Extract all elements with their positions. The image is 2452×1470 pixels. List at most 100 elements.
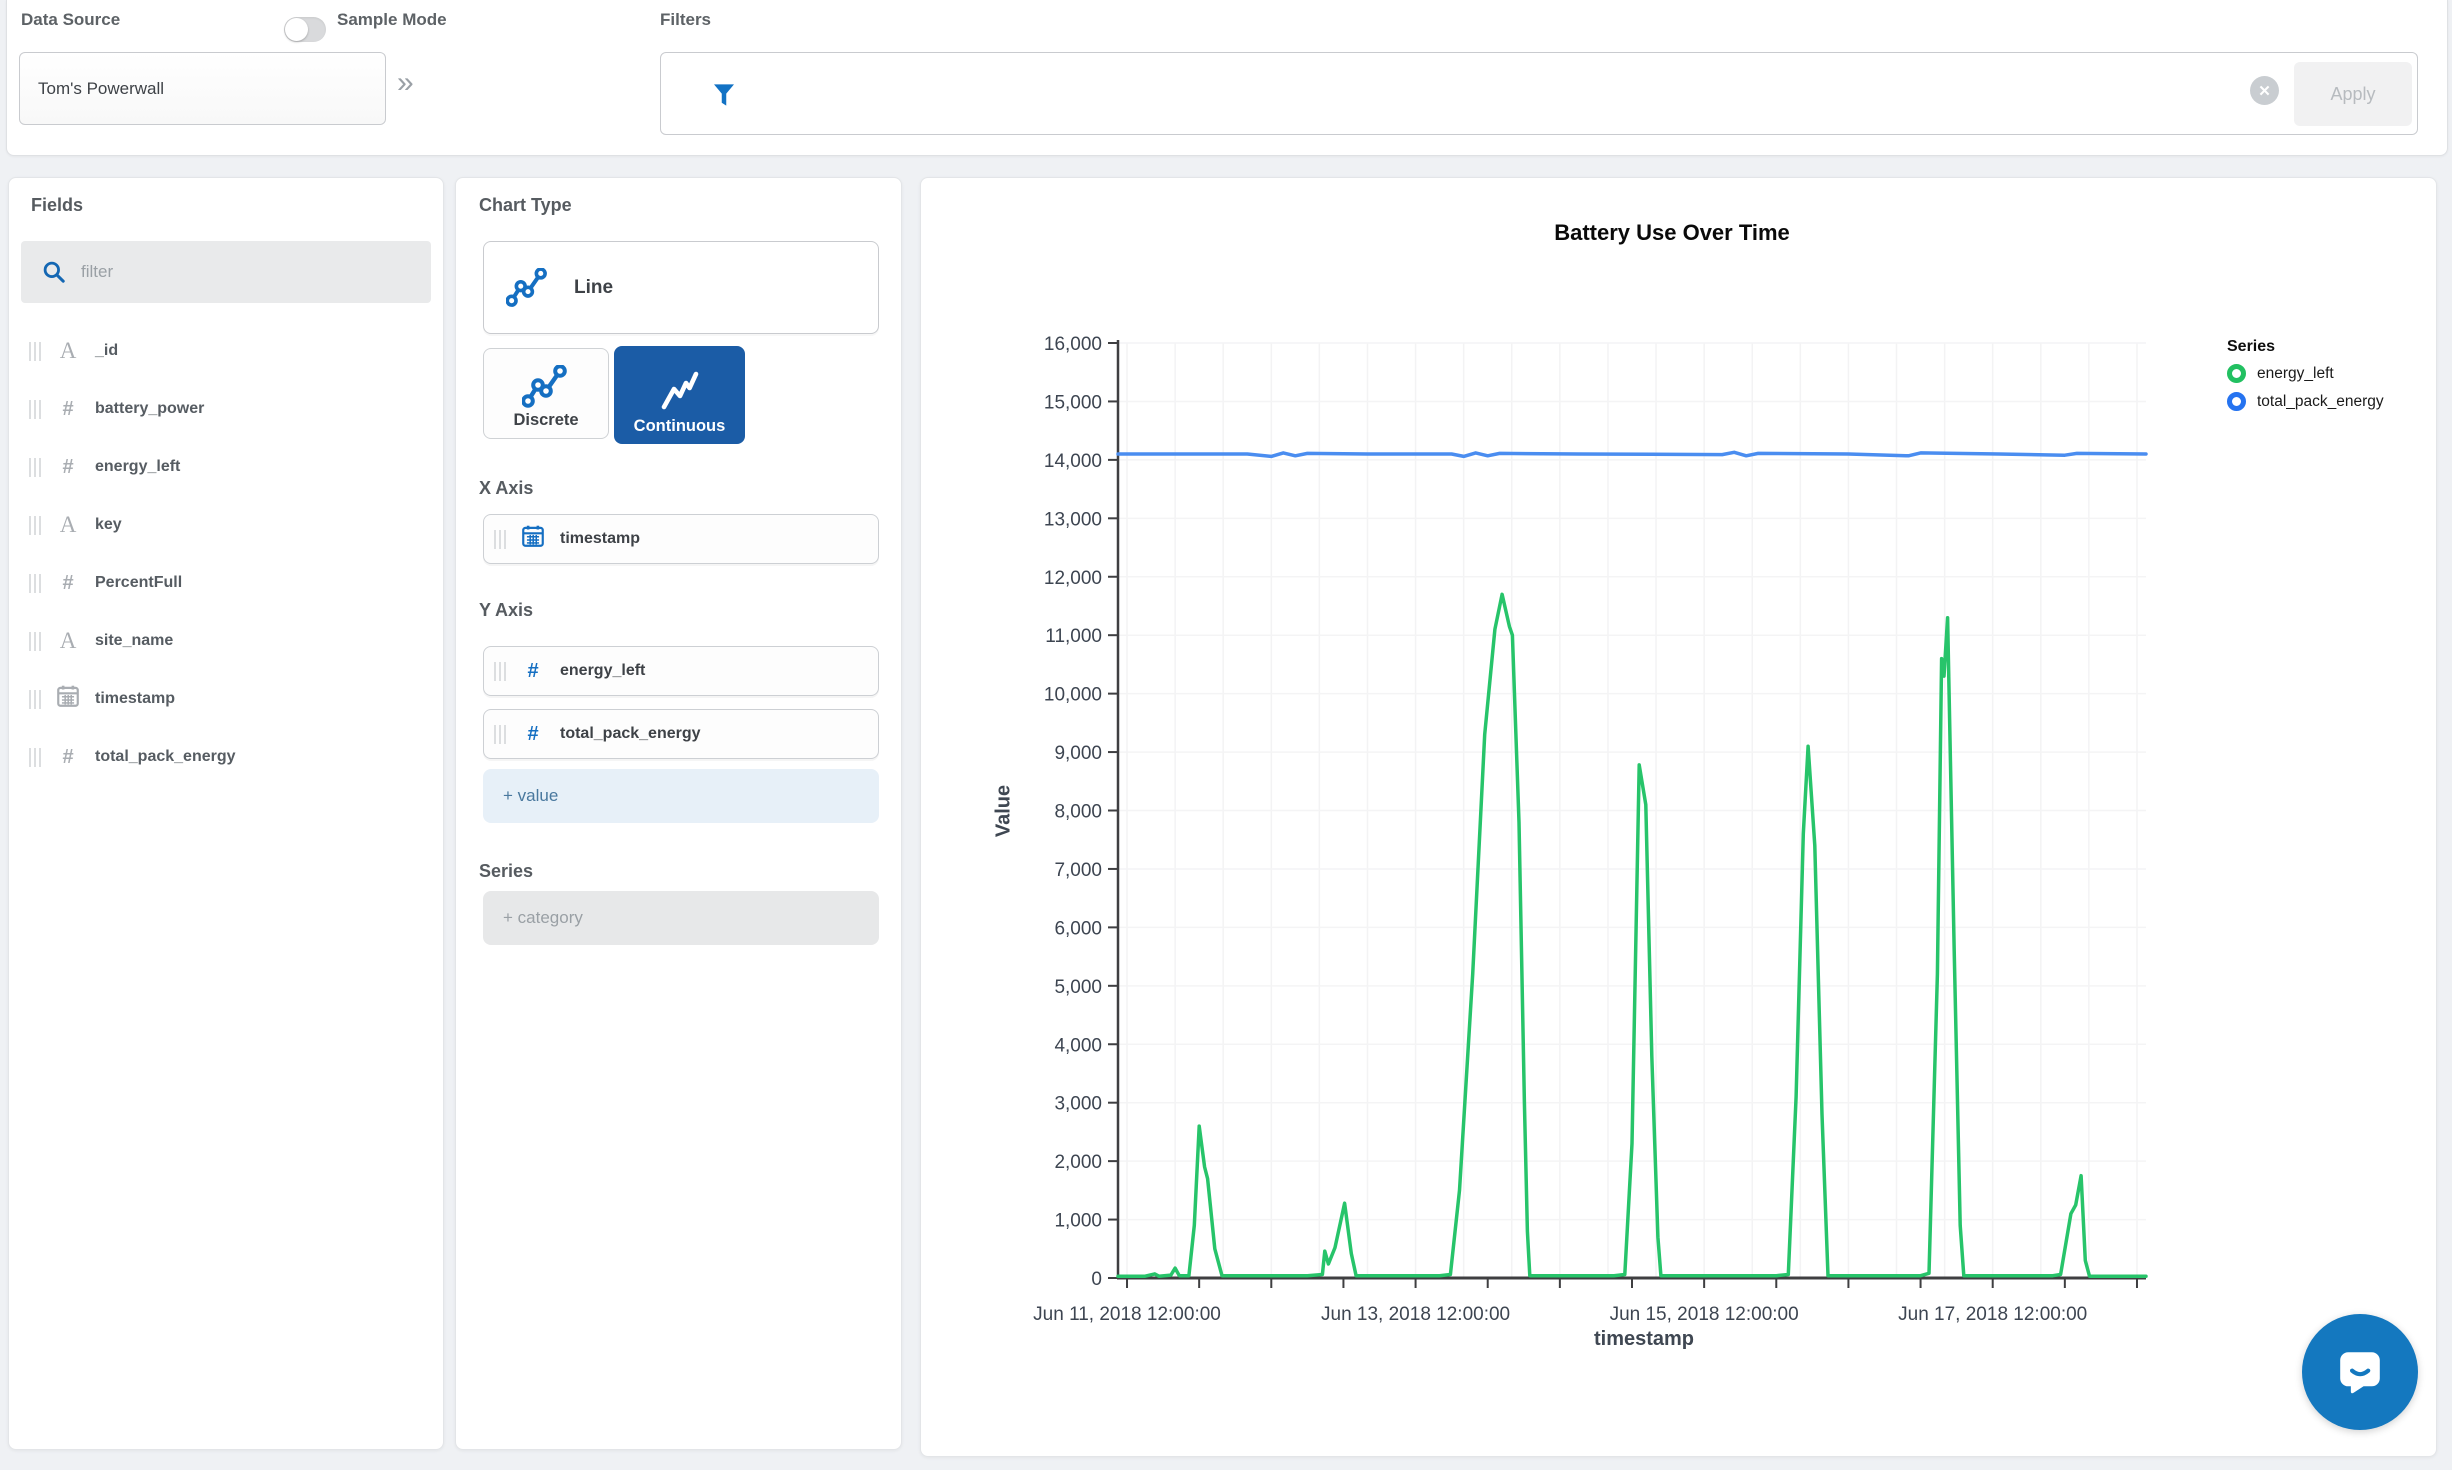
- number-type-icon: #: [62, 455, 74, 478]
- y-tick-label: 8,000: [1054, 802, 1102, 823]
- field-item-label: battery_power: [95, 400, 205, 417]
- chart-title: Battery Use Over Time: [1554, 220, 1790, 245]
- y-axis-label: Y Axis: [479, 600, 534, 620]
- legend-label: total_pack_energy: [2257, 392, 2384, 410]
- search-icon: [43, 261, 65, 283]
- add-value-dropzone[interactable]: + value: [483, 769, 879, 823]
- encoding-pill-label: energy_left: [560, 662, 646, 679]
- toggle-knob: [285, 18, 308, 41]
- chart-panel: 0 1,000 2,000 3,000 4,000 5,000 6,000 7,000 8,00…: [920, 177, 2437, 1457]
- series-label: Series: [479, 861, 534, 881]
- drag-handle-icon: [29, 747, 41, 767]
- field-item-label: timestamp: [95, 690, 176, 707]
- chart-type-value: Line: [574, 276, 614, 298]
- y-tick-label: 11,000: [1045, 626, 1102, 647]
- collapse-chevrons-icon[interactable]: »: [397, 68, 414, 98]
- apply-button[interactable]: Apply: [2294, 62, 2412, 126]
- sample-mode-label: Sample Mode: [337, 10, 447, 29]
- chart-plot-area: 0 1,000 2,000 3,000 4,000 5,000 6,000 7,000 8,00…: [1033, 334, 2148, 1325]
- y-tick-label: 7,000: [1054, 860, 1102, 881]
- field-item-label: total_pack_energy: [95, 748, 236, 765]
- continuous-line-icon: [661, 371, 698, 410]
- y-tick-label: 1,000: [1054, 1211, 1102, 1232]
- y-tick-label: 15,000: [1044, 392, 1102, 413]
- discrete-button[interactable]: Discrete: [483, 348, 609, 439]
- number-type-icon: #: [62, 745, 74, 768]
- field-item-total_pack_energy[interactable]: # total_pack_energy: [9, 728, 443, 786]
- y-tick-label: 4,000: [1054, 1035, 1102, 1056]
- number-type-icon: #: [527, 659, 539, 682]
- field-item-label: key: [95, 516, 122, 533]
- series-line-total_pack_energy: [1116, 450, 2148, 459]
- legend-item-total_pack_energy: total_pack_energy: [2227, 392, 2384, 411]
- encoding-pill-label: total_pack_energy: [560, 725, 701, 742]
- calendar-icon: [518, 523, 548, 555]
- y-tick-label: 5,000: [1054, 977, 1102, 998]
- field-item-label: PercentFull: [95, 574, 183, 591]
- field-item-label: energy_left: [95, 458, 181, 475]
- x-tick-label: Jun 17, 2018 12:00:00: [1898, 1304, 2087, 1325]
- legend-item-energy_left: energy_left: [2227, 364, 2384, 383]
- clear-filters-icon[interactable]: ✕: [2250, 76, 2279, 105]
- y-axis-title: Value: [992, 784, 1015, 838]
- filter-funnel-icon: [714, 84, 734, 106]
- chart-type-select[interactable]: Line: [483, 241, 879, 334]
- calendar-icon: [53, 683, 83, 715]
- drag-handle-icon: [29, 573, 41, 593]
- x-axis-label: X Axis: [479, 478, 534, 498]
- data-source-label: Data Source: [21, 10, 121, 29]
- data-source-select[interactable]: Tom's Powerwall: [19, 52, 386, 125]
- string-type-icon: A: [59, 512, 77, 537]
- field-item-timestamp[interactable]: timestamp: [9, 670, 443, 728]
- y-tick-label: 2,000: [1054, 1152, 1102, 1173]
- drag-handle-icon: [29, 689, 41, 709]
- legend-title: Series: [2227, 338, 2276, 355]
- field-item-_id[interactable]: A _id: [9, 322, 443, 380]
- x-tick-label: Jun 11, 2018 12:00:00: [1033, 1304, 1221, 1325]
- field-item-label: _id: [95, 342, 119, 359]
- legend-ring-icon: [2227, 364, 2246, 383]
- y-tick-label: 10,000: [1044, 685, 1102, 706]
- field-filter-input[interactable]: filter: [21, 241, 431, 303]
- filters-label: Filters: [660, 10, 712, 29]
- y-tick-label: 0: [1091, 1269, 1102, 1290]
- field-item-energy_left[interactable]: # energy_left: [9, 438, 443, 496]
- field-item-battery_power[interactable]: # battery_power: [9, 380, 443, 438]
- y-tick-label: 14,000: [1044, 451, 1102, 472]
- field-item-key[interactable]: Akey: [9, 496, 443, 554]
- chat-launcher-button[interactable]: [2302, 1314, 2418, 1430]
- x-tick-label: Jun 13, 2018 12:00:00: [1321, 1304, 1510, 1325]
- fields-panel: Fields filter A _id # battery_power # energy_…: [8, 177, 444, 1450]
- series-line-energy_left: [1116, 592, 2148, 1278]
- x-tick-label: Jun 15, 2018 12:00:00: [1610, 1304, 1799, 1325]
- number-type-icon: #: [527, 722, 539, 745]
- continuous-label: Continuous: [633, 417, 726, 435]
- string-type-icon: A: [59, 628, 77, 653]
- add-category-dropzone[interactable]: + category: [483, 891, 879, 945]
- y-tick-label: 6,000: [1054, 918, 1102, 939]
- y-tick-label: 9,000: [1054, 743, 1102, 764]
- field-item-PercentFull[interactable]: # PercentFull: [9, 554, 443, 612]
- encoding-pill-energy_left[interactable]: # energy_left: [483, 646, 879, 696]
- field-list: A _id # battery_power # energy_left Akey # Perce…: [9, 322, 443, 786]
- topbar: Data Source Tom's Powerwall Sample Mode …: [6, 0, 2448, 156]
- chat-smile-icon: [2340, 1352, 2380, 1394]
- encoding-pill-total_pack_energy[interactable]: # total_pack_energy: [483, 709, 879, 759]
- continuous-button[interactable]: Continuous: [614, 346, 745, 444]
- drag-handle-icon: [29, 341, 41, 361]
- encoding-panel: Chart Type Line Discrete Continuous X Ax…: [455, 177, 902, 1450]
- sample-mode-toggle[interactable]: [284, 17, 326, 42]
- drag-handle-icon: [29, 399, 41, 419]
- drag-handle-icon: [29, 515, 41, 535]
- number-type-icon: #: [62, 571, 74, 594]
- legend-label: energy_left: [2257, 364, 2334, 382]
- number-type-icon: #: [62, 397, 74, 420]
- drag-handle-icon: [494, 724, 506, 744]
- filters-input[interactable]: ✕ Apply: [660, 52, 2418, 135]
- encoding-pill-label: timestamp: [560, 530, 641, 547]
- legend-ring-icon: [2227, 392, 2246, 411]
- fields-title: Fields: [31, 195, 84, 215]
- field-item-label: site_name: [95, 632, 174, 649]
- field-item-site_name[interactable]: Asite_name: [9, 612, 443, 670]
- encoding-pill-timestamp[interactable]: timestamp: [483, 514, 879, 564]
